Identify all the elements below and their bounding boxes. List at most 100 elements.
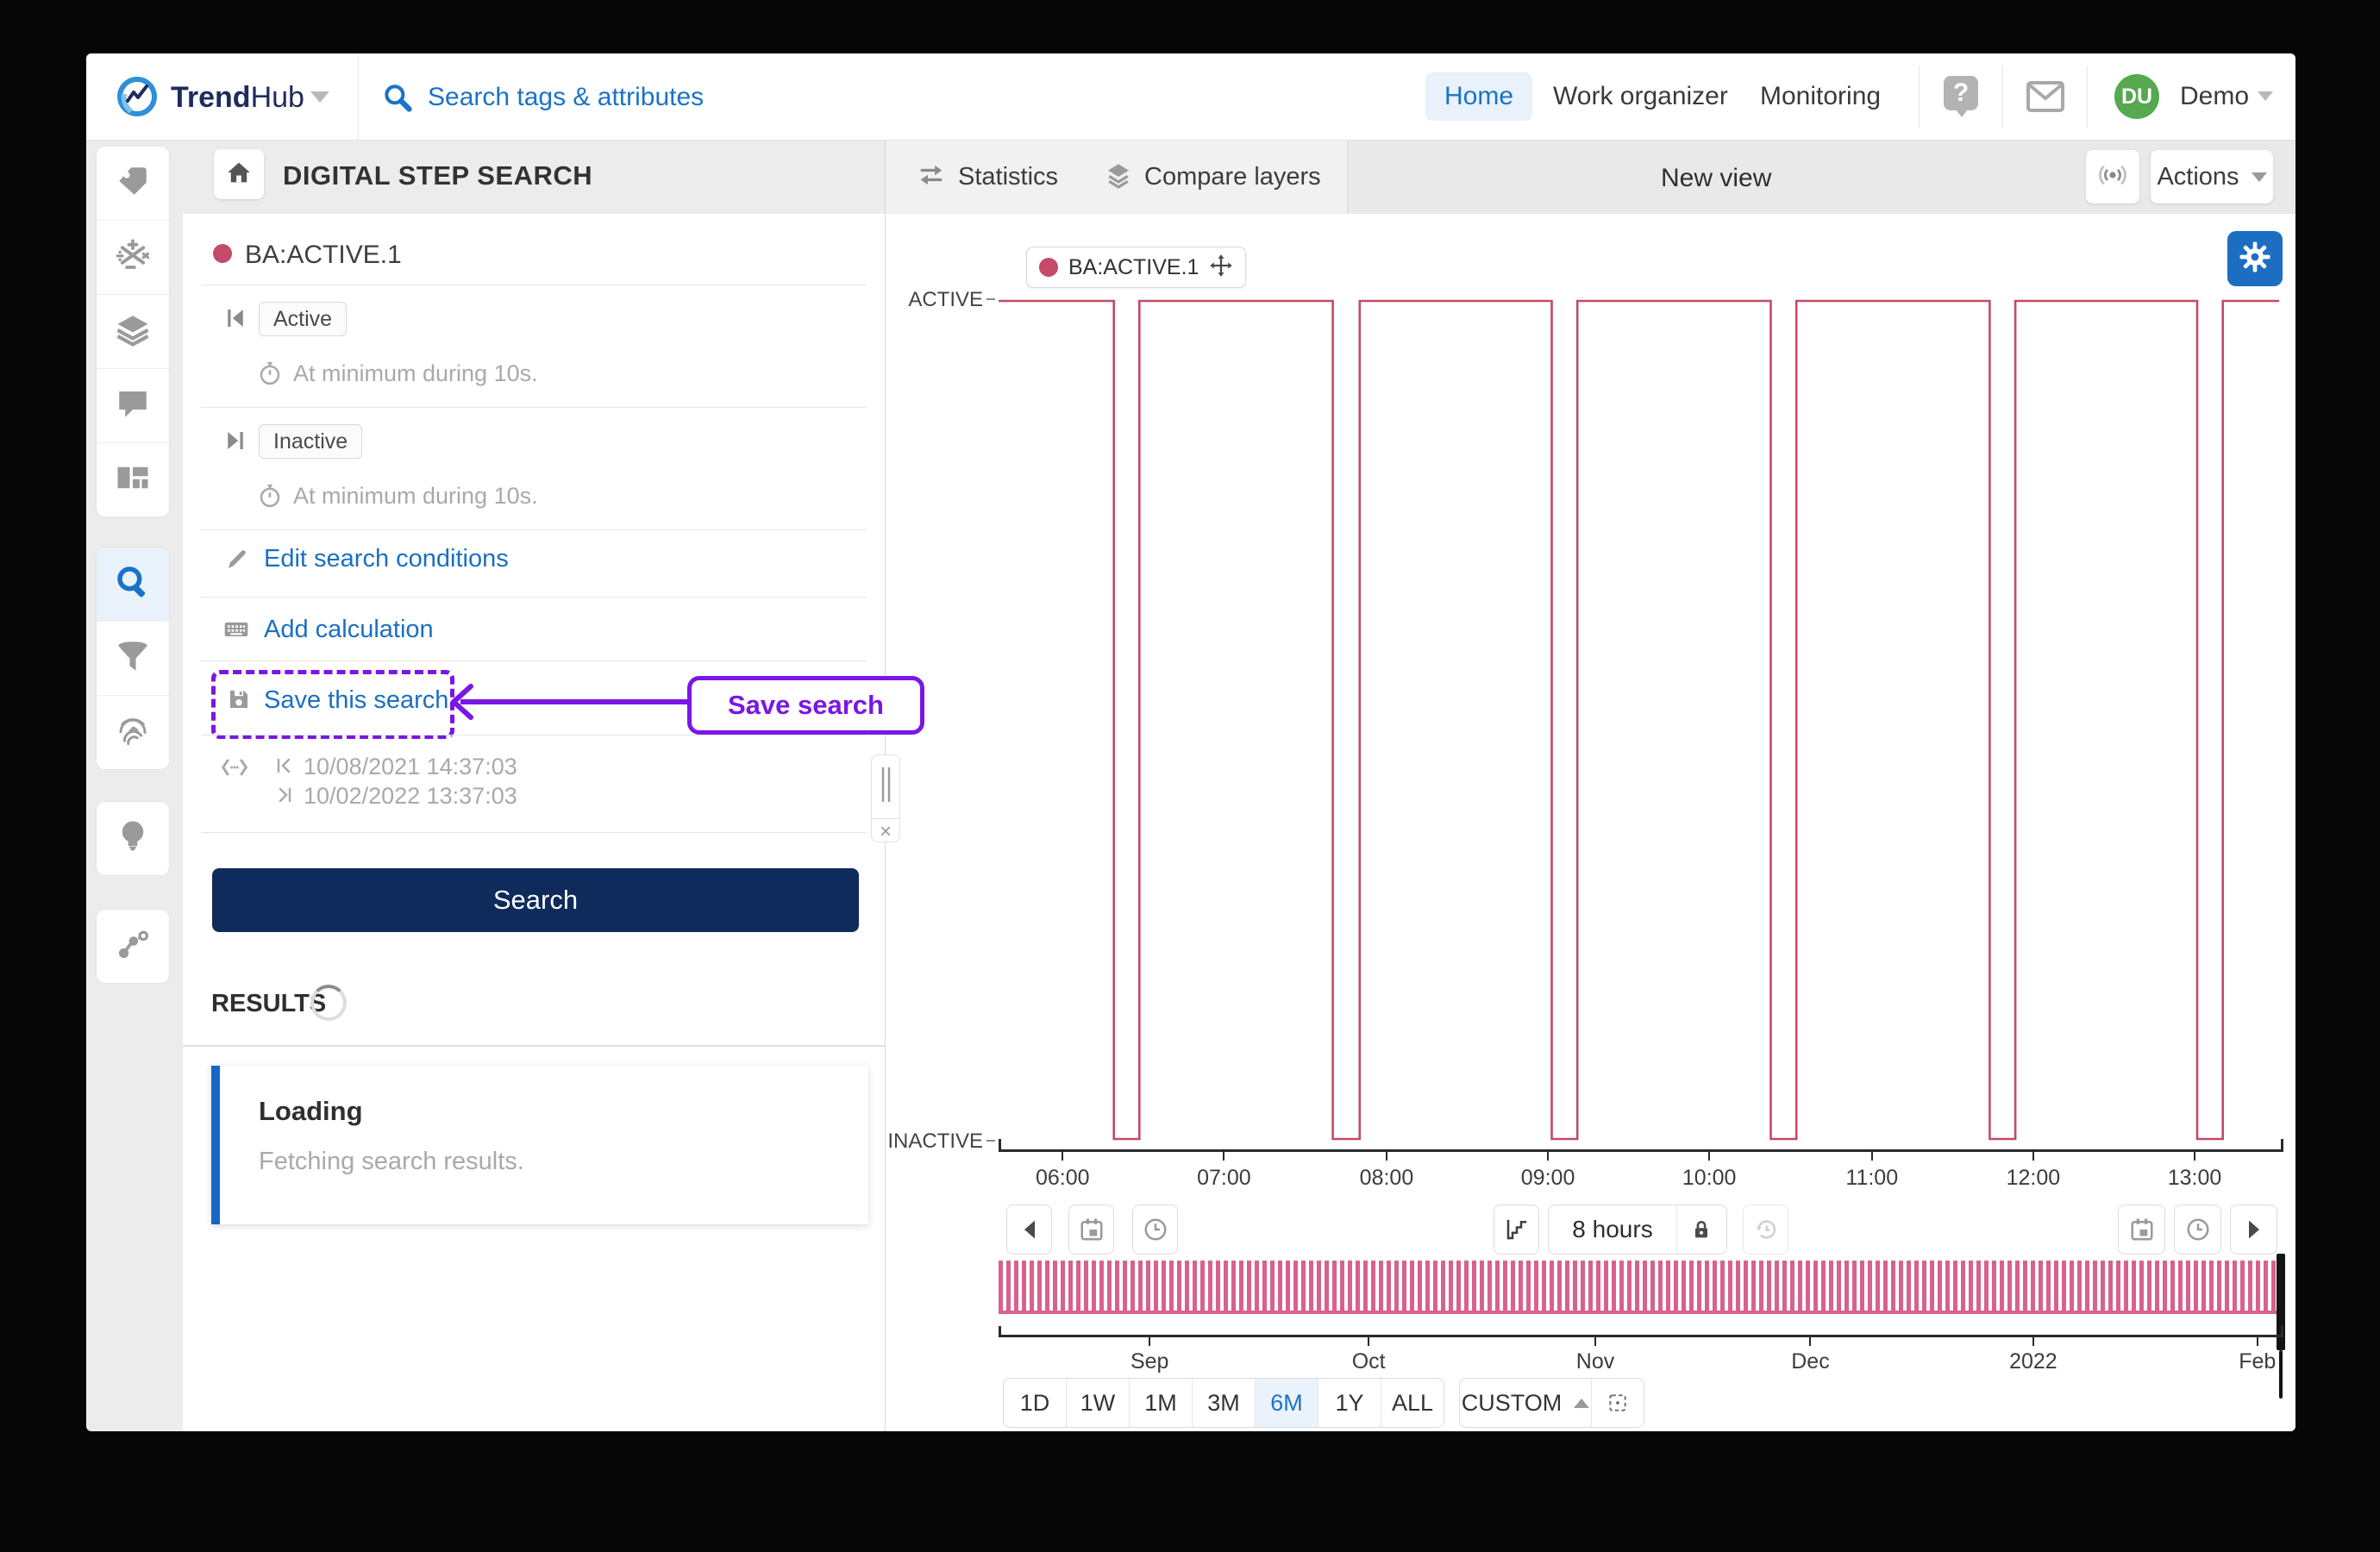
funnel-icon <box>115 638 151 679</box>
nav-work-organizer[interactable]: Work organizer <box>1553 82 1728 111</box>
topbar-divider <box>2002 66 2003 128</box>
start-calendar-button[interactable] <box>1068 1205 1114 1255</box>
range-1y[interactable]: 1Y <box>1318 1379 1381 1427</box>
history-button[interactable] <box>1743 1205 1788 1255</box>
layers-icon <box>115 311 151 352</box>
rail-item-filter[interactable] <box>97 622 169 696</box>
x-axis-endcap <box>999 1139 1001 1149</box>
pan-right-button[interactable] <box>2230 1205 2277 1255</box>
range-1d[interactable]: 1D <box>1004 1379 1067 1427</box>
formula-icon <box>115 237 151 278</box>
legend-color-dot <box>1039 258 1058 277</box>
compare-layers-icon <box>1105 161 1132 193</box>
range-3m[interactable]: 3M <box>1193 1379 1256 1427</box>
add-calculation-link[interactable]: Add calculation <box>264 616 434 644</box>
tick-mark <box>2032 1152 2034 1161</box>
duration-control: 8 hours <box>1548 1205 1727 1255</box>
chart-settings-button[interactable] <box>2227 231 2283 286</box>
move-icon[interactable] <box>1209 253 1233 282</box>
history-clock-icon <box>1756 1220 1776 1239</box>
actions-label: Actions <box>2157 162 2239 191</box>
panel-home-button[interactable] <box>214 149 264 199</box>
stopwatch-icon <box>257 483 283 513</box>
start-time-button[interactable] <box>1132 1205 1178 1255</box>
search-button[interactable]: Search <box>212 868 859 932</box>
fit-icon <box>1609 1394 1626 1411</box>
tick-mark <box>1385 1152 1387 1161</box>
step-end-icon <box>222 428 248 458</box>
rail-item-network[interactable] <box>97 910 169 983</box>
range-6m[interactable]: 6M <box>1256 1379 1318 1427</box>
trendhub-logo-icon <box>116 75 159 122</box>
clock-icon <box>1144 1218 1166 1241</box>
panel-collapse-button[interactable]: × <box>872 818 899 845</box>
end-calendar-button[interactable] <box>2118 1205 2165 1255</box>
search-icon <box>381 81 414 118</box>
callout-arrow <box>448 679 690 725</box>
broadcast-icon <box>2097 160 2128 195</box>
range-all[interactable]: ALL <box>1381 1379 1444 1427</box>
view-title: New view <box>1661 164 1772 192</box>
nav-home[interactable]: Home <box>1425 72 1532 121</box>
context-strip[interactable] <box>999 1261 2278 1314</box>
search-input[interactable]: Search tags & attributes <box>428 83 704 112</box>
rail-item-insights[interactable] <box>97 802 169 875</box>
tick-mark <box>2256 1337 2258 1346</box>
brand-name: TrendHub <box>171 81 304 115</box>
compare-layers-button[interactable]: Compare layers <box>1080 140 1348 214</box>
pencil-icon <box>224 547 250 577</box>
divider <box>201 529 867 530</box>
legend-chip[interactable]: BA:ACTIVE.1 <box>1026 247 1247 288</box>
rail-item-dashboards[interactable] <box>97 443 169 516</box>
save-this-search-link[interactable]: Save this search <box>264 686 448 715</box>
stopwatch-icon <box>257 360 283 391</box>
duration-value[interactable]: 8 hours <box>1549 1205 1676 1254</box>
actions-button[interactable]: Actions <box>2151 150 2273 203</box>
search-tool-icon <box>114 563 152 605</box>
tick-mark <box>1594 1337 1596 1346</box>
user-name[interactable]: Demo <box>2180 82 2249 111</box>
tick-mark <box>1149 1337 1151 1346</box>
brand-dropdown-caret-icon[interactable] <box>310 91 329 103</box>
rail-item-formulas[interactable] <box>97 221 169 295</box>
statistics-button[interactable]: Statistics <box>886 140 1081 214</box>
tick-label: 06:00 <box>1035 1166 1090 1190</box>
fingerprint-icon <box>115 712 151 753</box>
tick-mark <box>1368 1337 1370 1346</box>
help-icon[interactable]: ? <box>1944 76 1978 117</box>
live-mode-button[interactable] <box>2086 150 2139 203</box>
lock-duration-button[interactable] <box>1676 1205 1726 1254</box>
x-axis-ticks: 06:00 07:00 08:00 09:00 10:00 11:00 12:00 13:00 <box>999 1152 2279 1204</box>
step-display-button[interactable] <box>1494 1205 1539 1255</box>
avatar[interactable]: DU <box>2114 74 2159 119</box>
range-end-icon <box>274 785 295 810</box>
panel-splitter-handle[interactable]: × <box>871 754 900 845</box>
end-time-button[interactable] <box>2174 1205 2221 1255</box>
pan-left-button[interactable] <box>1006 1205 1052 1255</box>
tick-mark <box>2193 1152 2195 1161</box>
range-1m[interactable]: 1M <box>1130 1379 1193 1427</box>
rail-item-tags[interactable] <box>97 147 169 221</box>
range-1w[interactable]: 1W <box>1067 1379 1130 1427</box>
results-heading: RESULTS <box>211 990 327 1017</box>
actions-caret-icon <box>2251 172 2267 182</box>
rail-item-search[interactable] <box>97 548 169 622</box>
lock-icon <box>1695 1220 1707 1238</box>
edit-search-conditions-link[interactable]: Edit search conditions <box>264 545 509 573</box>
custom-range-button[interactable]: CUSTOM <box>1460 1379 1592 1427</box>
fit-range-button[interactable] <box>1592 1379 1644 1427</box>
step-badge-inactive: Inactive <box>259 424 363 459</box>
network-graph-icon <box>115 926 151 967</box>
divider <box>201 597 867 598</box>
nav-monitoring[interactable]: Monitoring <box>1760 82 1881 111</box>
rail-group-data <box>97 147 169 516</box>
comment-icon <box>115 385 151 426</box>
user-menu-caret-icon[interactable] <box>2258 91 2273 101</box>
rail-group-analytics <box>97 548 169 769</box>
calendar-icon <box>1080 1218 1102 1241</box>
rail-item-fingerprint[interactable] <box>97 696 169 769</box>
mail-icon[interactable] <box>2025 79 2066 118</box>
rail-item-layers[interactable] <box>97 295 169 369</box>
rail-item-comments[interactable] <box>97 369 169 443</box>
calendar-icon <box>2131 1218 2152 1241</box>
